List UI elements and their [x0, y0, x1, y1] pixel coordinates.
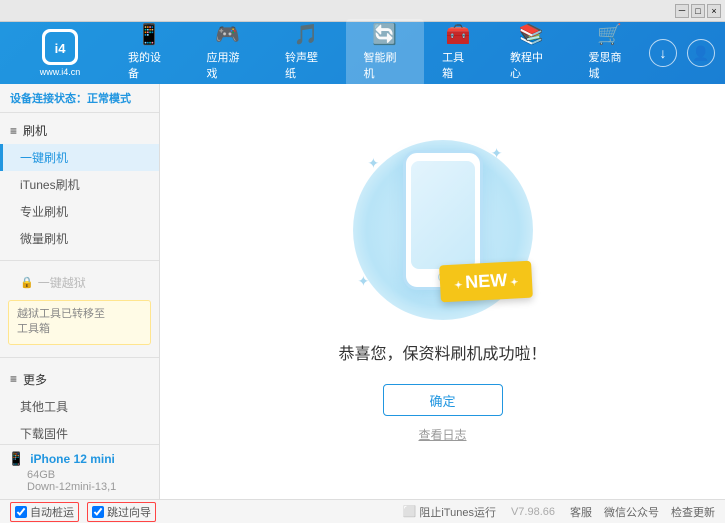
window-controls[interactable]: － □ × — [675, 4, 721, 18]
check-update-link[interactable]: 检查更新 — [671, 504, 715, 520]
nav-smart-flash-label: 智能刷机 — [364, 49, 407, 81]
sidebar-section-flash: ≡ 刷机 一键刷机 iTunes刷机 专业刷机 微量刷机 — [0, 113, 159, 256]
more-section-label: 更多 — [23, 371, 47, 388]
nav-my-device-label: 我的设备 — [128, 49, 171, 81]
logo-icon: i4 — [42, 29, 78, 65]
success-text: 恭喜您，保资料刷机成功啦！ — [338, 340, 546, 364]
status-label: 设备连接状态： — [10, 93, 87, 105]
sidebar-item-pro-flash[interactable]: 专业刷机 — [0, 198, 159, 225]
flash-section-header: ≡ 刷机 — [0, 117, 159, 144]
nav-tutorial[interactable]: 📚 教程中心 — [492, 19, 571, 87]
svg-text:i4: i4 — [55, 41, 67, 56]
ringtone-icon: 🎵 — [294, 25, 319, 45]
jailbreak-section-header: 🔒 一键越狱 — [0, 269, 159, 296]
smart-flash-icon: 🔄 — [372, 25, 397, 45]
bottom-left: 自动桩运 跳过向导 — [10, 502, 174, 522]
nav-tutorial-label: 教程中心 — [510, 49, 553, 81]
status-indicator: 设备连接状态：正常模式 — [0, 84, 159, 113]
sidebar: 设备连接状态：正常模式 ≡ 刷机 一键刷机 iTunes刷机 专业刷机 微 — [0, 84, 160, 499]
nav-right-controls: ↓ 👤 — [649, 39, 715, 67]
user-button[interactable]: 👤 — [687, 39, 715, 67]
flash-section-label: 刷机 — [23, 122, 47, 139]
divider-1 — [0, 260, 159, 261]
itunes-status-icon: ⬜ — [403, 505, 417, 518]
content-area: NEW ✦ ✦ ✦ 恭喜您，保资料刷机成功啦！ 确定 查看日志 — [160, 84, 725, 499]
minimize-button[interactable]: － — [675, 4, 689, 18]
sidebar-item-itunes-flash[interactable]: iTunes刷机 — [0, 171, 159, 198]
nav-ringtone-label: 铃声壁纸 — [285, 49, 328, 81]
maximize-button[interactable]: □ — [691, 4, 705, 18]
nav-smart-flash[interactable]: 🔄 智能刷机 — [346, 19, 425, 87]
jailbreak-note: 越狱工具已转移至工具箱 — [8, 300, 151, 345]
main-area: 设备连接状态：正常模式 ≡ 刷机 一键刷机 iTunes刷机 专业刷机 微 — [0, 84, 725, 499]
nav-shop[interactable]: 🛒 爱思商城 — [570, 19, 649, 87]
use-wizard-label: 跳过向导 — [107, 504, 151, 520]
nav-toolbox-label: 工具箱 — [442, 49, 474, 81]
logo-text: www.i4.cn — [40, 67, 81, 77]
nav-apps-games[interactable]: 🎮 应用游戏 — [189, 19, 268, 87]
sidebar-section-more: ≡ 更多 其他工具 下载固件 高级功能 — [0, 362, 159, 444]
toolbox-icon: 🧰 — [446, 25, 471, 45]
sparkle-1: ✦ — [368, 155, 380, 172]
nav-my-device[interactable]: 📱 我的设备 — [110, 19, 189, 87]
bottom-bar: 自动桩运 跳过向导 ⬜ 阻止iTunes运行 V7.98.66 客服 微信公众号… — [0, 499, 725, 523]
use-wizard-checkbox[interactable] — [92, 506, 104, 518]
sidebar-item-one-click-flash[interactable]: 一键刷机 — [0, 144, 159, 171]
phone-screen — [411, 161, 475, 269]
success-illustration: NEW ✦ ✦ ✦ — [343, 140, 543, 320]
more-section-icon: ≡ — [10, 372, 17, 386]
confirm-button[interactable]: 确定 — [383, 384, 503, 416]
sidebar-device-info: 📱 iPhone 12 mini 64GB Down-12mini-13,1 — [0, 444, 159, 499]
sidebar-item-downgrade-flash[interactable]: 微量刷机 — [0, 225, 159, 252]
device-storage: 64GB — [27, 469, 151, 481]
auto-connect-checkbox-wrapper[interactable]: 自动桩运 — [10, 502, 79, 522]
sparkle-2: ✦ — [491, 145, 503, 162]
nav-shop-label: 爱思商城 — [588, 49, 631, 81]
sidebar-item-download-firmware[interactable]: 下载固件 — [0, 420, 159, 444]
sparkle-3: ✦ — [358, 273, 370, 290]
shop-icon: 🛒 — [597, 25, 622, 45]
sidebar-section-jailbreak: 🔒 一键越狱 越狱工具已转移至工具箱 — [0, 265, 159, 353]
new-badge: NEW — [439, 261, 533, 303]
apps-games-icon: 🎮 — [215, 25, 240, 45]
view-log-link[interactable]: 查看日志 — [418, 426, 466, 443]
bottom-right: ⬜ 阻止iTunes运行 V7.98.66 客服 微信公众号 检查更新 — [403, 504, 715, 520]
version-number: V7.98.66 — [511, 506, 555, 518]
download-button[interactable]: ↓ — [649, 39, 677, 67]
divider-2 — [0, 357, 159, 358]
bottom-links: 客服 微信公众号 检查更新 — [570, 504, 715, 520]
use-wizard-checkbox-wrapper[interactable]: 跳过向导 — [87, 502, 156, 522]
nav-ringtone[interactable]: 🎵 铃声壁纸 — [267, 19, 346, 87]
itunes-status-label: 阻止iTunes运行 — [419, 504, 496, 520]
itunes-status: ⬜ 阻止iTunes运行 — [403, 504, 496, 520]
device-version: Down-12mini-13,1 — [27, 481, 151, 493]
customer-service-link[interactable]: 客服 — [570, 504, 592, 520]
top-navigation: i4 www.i4.cn 📱 我的设备 🎮 应用游戏 🎵 铃声壁纸 🔄 智能刷机… — [0, 22, 725, 84]
flash-section-icon: ≡ — [10, 124, 17, 138]
nav-apps-games-label: 应用游戏 — [207, 49, 250, 81]
wechat-link[interactable]: 微信公众号 — [604, 504, 659, 520]
more-section-header: ≡ 更多 — [0, 366, 159, 393]
status-value: 正常模式 — [87, 93, 131, 105]
device-icon: 📱 — [8, 451, 24, 467]
nav-toolbox[interactable]: 🧰 工具箱 — [424, 19, 492, 87]
tutorial-icon: 📚 — [519, 25, 544, 45]
sidebar-content: 设备连接状态：正常模式 ≡ 刷机 一键刷机 iTunes刷机 专业刷机 微 — [0, 84, 159, 444]
auto-connect-checkbox[interactable] — [15, 506, 27, 518]
my-device-icon: 📱 — [137, 25, 162, 45]
close-button[interactable]: × — [707, 4, 721, 18]
sidebar-item-other-tools[interactable]: 其他工具 — [0, 393, 159, 420]
nav-items: 📱 我的设备 🎮 应用游戏 🎵 铃声壁纸 🔄 智能刷机 🧰 工具箱 📚 教程中心… — [110, 19, 649, 87]
logo: i4 www.i4.cn — [10, 29, 110, 77]
device-name: iPhone 12 mini — [30, 452, 115, 466]
auto-connect-label: 自动桩运 — [30, 504, 74, 520]
lock-icon: 🔒 — [20, 276, 34, 289]
jailbreak-label: 一键越狱 — [38, 274, 86, 291]
